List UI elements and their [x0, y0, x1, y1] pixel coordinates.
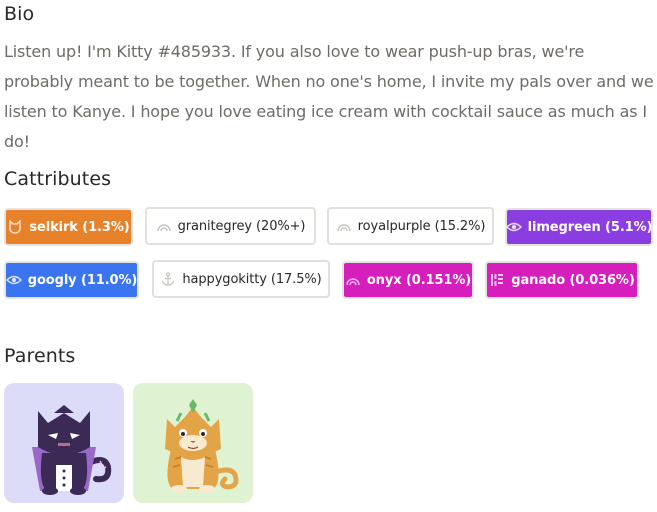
parents-heading: Parents	[4, 345, 76, 367]
rainbow-icon	[345, 272, 361, 288]
rainbow-icon	[336, 218, 352, 234]
bio-text: Listen up! I'm Kitty #485933. If you als…	[4, 42, 654, 151]
pattern-icon	[489, 272, 505, 288]
kitty-image	[165, 399, 239, 493]
cat-face-icon	[7, 219, 23, 235]
cattribute-label: onyx (0.151%)	[366, 272, 472, 288]
cattributes-heading: Cattributes	[4, 168, 112, 190]
cattribute-royalpurple[interactable]: royalpurple (15.2%)	[327, 207, 494, 245]
cattribute-ganado[interactable]: ganado (0.036%)	[485, 261, 639, 299]
parent-kitty-1[interactable]	[4, 383, 124, 503]
rainbow-icon	[156, 218, 172, 234]
cattribute-label: granitegrey (20%+)	[177, 218, 306, 234]
cattribute-label: ganado (0.036%)	[511, 272, 635, 288]
bio-heading: Bio	[4, 3, 35, 25]
cattribute-label: royalpurple (15.2%)	[357, 218, 486, 234]
anchor-icon	[160, 271, 176, 287]
kitty-image	[32, 405, 112, 495]
cattribute-limegreen[interactable]: limegreen (5.1%)	[505, 208, 653, 246]
cattribute-label: googly (11.0%)	[27, 272, 138, 288]
cattribute-label: selkirk (1.3%)	[29, 219, 130, 235]
cattribute-granitegrey[interactable]: granitegrey (20%+)	[145, 207, 316, 245]
cattribute-happygokitty[interactable]: happygokitty (17.5%)	[152, 260, 330, 298]
cattribute-selkirk[interactable]: selkirk (1.3%)	[4, 208, 133, 246]
eye-icon	[5, 272, 22, 288]
parent-kitty-2[interactable]	[133, 383, 253, 503]
cattribute-onyx[interactable]: onyx (0.151%)	[342, 261, 474, 299]
eye-icon	[505, 219, 522, 235]
cattribute-googly[interactable]: googly (11.0%)	[4, 261, 139, 299]
cattribute-label: happygokitty (17.5%)	[182, 271, 322, 287]
cattribute-label: limegreen (5.1%)	[527, 219, 653, 235]
